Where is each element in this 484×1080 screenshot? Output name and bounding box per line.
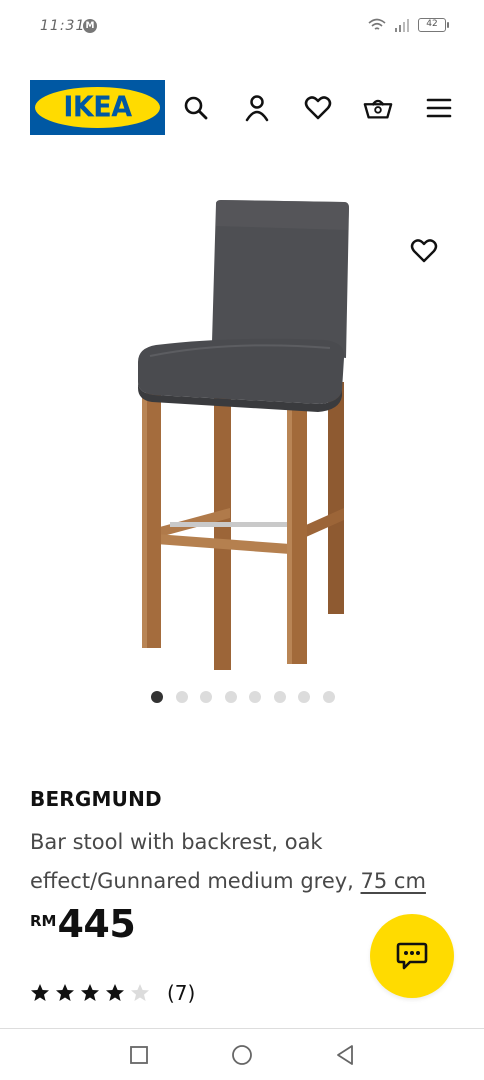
logo-text: IKEA	[63, 91, 132, 124]
search-icon[interactable]	[181, 93, 211, 123]
chat-icon	[396, 942, 428, 970]
recents-square-icon[interactable]	[127, 1043, 151, 1067]
star-filled-icon	[106, 984, 124, 1001]
status-indicators: 42	[368, 18, 449, 32]
header: IKEA	[0, 78, 484, 138]
image-carousel-dots	[151, 691, 335, 703]
carousel-dot[interactable]	[224, 691, 237, 703]
cart-basket-icon[interactable]	[363, 93, 393, 123]
signal-icon	[395, 18, 409, 32]
wishlist-heart-icon[interactable]	[303, 93, 333, 123]
back-triangle-icon[interactable]	[333, 1043, 357, 1067]
carousel-dot[interactable]	[175, 691, 188, 703]
chat-button[interactable]	[370, 914, 454, 998]
carousel-dot[interactable]	[151, 691, 163, 703]
product-description-text: Bar stool with backrest, oak effect/Gunn…	[30, 830, 354, 893]
m-icon: M	[83, 19, 97, 33]
ikea-logo[interactable]: IKEA	[30, 80, 165, 135]
star-filled-icon	[81, 984, 99, 1001]
star-filled-icon	[56, 984, 74, 1001]
product-name: BERGMUND	[30, 787, 162, 811]
battery-icon: 42	[418, 18, 449, 32]
carousel-dot[interactable]	[322, 691, 335, 703]
carousel-dot[interactable]	[200, 691, 212, 703]
account-icon[interactable]	[242, 93, 272, 123]
bar-stool-illustration	[138, 200, 349, 670]
product-description: Bar stool with backrest, oak effect/Gunn…	[30, 823, 460, 901]
star-empty-icon	[131, 984, 149, 1001]
system-nav-bar	[0, 1028, 484, 1080]
price-currency: RM	[30, 912, 57, 930]
status-time: 11:31	[40, 18, 86, 34]
size-link[interactable]: 75 cm	[361, 869, 426, 893]
wifi-icon	[368, 18, 386, 30]
price: RM 445	[30, 902, 136, 946]
rating[interactable]: (7)	[30, 981, 195, 1005]
carousel-dot[interactable]	[298, 691, 310, 703]
product-favorite-heart-icon[interactable]	[407, 234, 441, 268]
product-info: BERGMUND Bar stool with backrest, oak ef…	[30, 787, 470, 901]
home-circle-icon[interactable]	[230, 1043, 254, 1067]
star-filled-icon	[31, 984, 49, 1001]
review-count: (7)	[167, 981, 196, 1005]
logo-oval: IKEA	[35, 87, 160, 128]
product-image[interactable]	[120, 190, 370, 670]
carousel-dot[interactable]	[273, 691, 286, 703]
status-bar: 11:31 M 42	[0, 0, 484, 56]
menu-icon[interactable]	[424, 93, 454, 123]
price-value: 445	[57, 902, 136, 946]
carousel-dot[interactable]	[249, 691, 261, 703]
